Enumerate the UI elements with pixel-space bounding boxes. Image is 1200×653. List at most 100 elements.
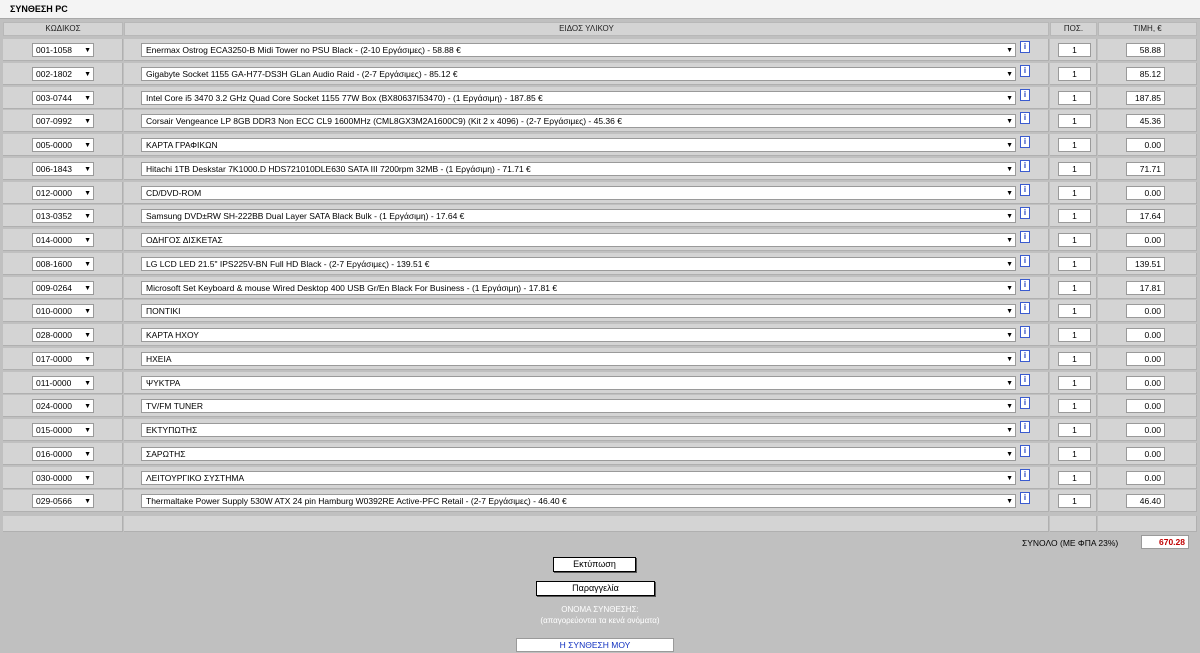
chevron-down-icon: ▼ [1006, 261, 1013, 268]
code-select[interactable]: 007-0992 ▼ [32, 114, 94, 128]
quantity-field[interactable]: 1 [1058, 447, 1091, 461]
quantity-field[interactable]: 1 [1058, 257, 1091, 271]
code-select[interactable]: 029-0566 ▼ [32, 494, 94, 508]
code-select[interactable]: 012-0000 ▼ [32, 186, 94, 200]
code-value: 012-0000 [36, 188, 72, 198]
quantity-field[interactable]: 1 [1058, 138, 1091, 152]
item-select[interactable]: ΚΑΡΤΑ ΗΧΟΥ ▼ [141, 328, 1016, 342]
chevron-down-icon: ▼ [84, 380, 91, 387]
table-row: 009-0264 ▼ Microsoft Set Keyboard & mouse … [0, 277, 1200, 300]
build-name-input[interactable]: Η ΣΥΝΘΕΣΗ ΜΟΥ [516, 638, 674, 652]
quantity-field[interactable]: 1 [1058, 352, 1091, 366]
code-value: 029-0566 [36, 496, 72, 506]
code-value: 016-0000 [36, 449, 72, 459]
quantity-field[interactable]: 1 [1058, 494, 1091, 508]
item-select[interactable]: ΠΟΝΤΙΚΙ ▼ [141, 304, 1016, 318]
item-select[interactable]: ΨΥΚΤΡΑ ▼ [141, 376, 1016, 390]
price-field: 0.00 [1126, 471, 1165, 485]
item-select[interactable]: ΚΑΡΤΑ ΓΡΑΦΙΚΩΝ ▼ [141, 138, 1016, 152]
code-select[interactable]: 028-0000 ▼ [32, 328, 94, 342]
price-field: 45.36 [1126, 114, 1165, 128]
info-icon[interactable]: i [1020, 207, 1030, 219]
info-icon[interactable]: i [1020, 231, 1030, 243]
quantity-field[interactable]: 1 [1058, 209, 1091, 223]
table-row: 015-0000 ▼ ΕΚΤΥΠΩΤΗΣ ▼ i 1 0.00 [0, 419, 1200, 442]
info-icon[interactable]: i [1020, 469, 1030, 481]
code-select[interactable]: 017-0000 ▼ [32, 352, 94, 366]
quantity-field[interactable]: 1 [1058, 281, 1091, 295]
item-select[interactable]: Gigabyte Socket 1155 GA-H77-DS3H GLan Au… [141, 67, 1016, 81]
item-select[interactable]: Enermax Ostrog ECA3250-B Midi Tower no P… [141, 43, 1016, 57]
item-select[interactable]: ΕΚΤΥΠΩΤΗΣ ▼ [141, 423, 1016, 437]
print-button[interactable]: Εκτύπωση [553, 557, 636, 572]
info-icon[interactable]: i [1020, 279, 1030, 291]
code-select[interactable]: 002-1802 ▼ [32, 67, 94, 81]
code-select[interactable]: 008-1600 ▼ [32, 257, 94, 271]
code-select[interactable]: 006-1843 ▼ [32, 162, 94, 176]
order-button[interactable]: Παραγγελία [536, 581, 655, 596]
info-icon[interactable]: i [1020, 112, 1030, 124]
code-select[interactable]: 005-0000 ▼ [32, 138, 94, 152]
quantity-field[interactable]: 1 [1058, 304, 1091, 318]
quantity-field[interactable]: 1 [1058, 186, 1091, 200]
item-select[interactable]: Microsoft Set Keyboard & mouse Wired Des… [141, 281, 1016, 295]
item-select[interactable]: ΣΑΡΩΤΗΣ ▼ [141, 447, 1016, 461]
code-select[interactable]: 015-0000 ▼ [32, 423, 94, 437]
quantity-field[interactable]: 1 [1058, 114, 1091, 128]
code-select[interactable]: 016-0000 ▼ [32, 447, 94, 461]
item-select[interactable]: TV/FM TUNER ▼ [141, 399, 1016, 413]
item-select[interactable]: Hitachi 1TB Deskstar 7K1000.D HDS721010D… [141, 162, 1016, 176]
quantity-field[interactable]: 1 [1058, 399, 1091, 413]
info-icon[interactable]: i [1020, 397, 1030, 409]
quantity-field[interactable]: 1 [1058, 91, 1091, 105]
item-value: ΟΔΗΓΟΣ ΔΙΣΚΕΤΑΣ [146, 235, 223, 245]
table-row: 005-0000 ▼ ΚΑΡΤΑ ΓΡΑΦΙΚΩΝ ▼ i 1 0.00 [0, 134, 1200, 157]
item-select[interactable]: Thermaltake Power Supply 530W ATX 24 pin… [141, 494, 1016, 508]
item-select[interactable]: CD/DVD-ROM ▼ [141, 186, 1016, 200]
item-value: Gigabyte Socket 1155 GA-H77-DS3H GLan Au… [146, 69, 458, 79]
code-select[interactable]: 030-0000 ▼ [32, 471, 94, 485]
info-icon[interactable]: i [1020, 302, 1030, 314]
info-icon[interactable]: i [1020, 374, 1030, 386]
code-select[interactable]: 010-0000 ▼ [32, 304, 94, 318]
quantity-field[interactable]: 1 [1058, 376, 1091, 390]
chevron-down-icon: ▼ [1006, 451, 1013, 458]
info-icon[interactable]: i [1020, 421, 1030, 433]
item-value: Microsoft Set Keyboard & mouse Wired Des… [146, 283, 558, 293]
item-select[interactable]: ΗΧΕΙΑ ▼ [141, 352, 1016, 366]
info-icon[interactable]: i [1020, 326, 1030, 338]
code-select[interactable]: 001-1058 ▼ [32, 43, 94, 57]
code-select[interactable]: 013-0352 ▼ [32, 209, 94, 223]
code-select[interactable]: 003-0744 ▼ [32, 91, 94, 105]
code-select[interactable]: 024-0000 ▼ [32, 399, 94, 413]
quantity-field[interactable]: 1 [1058, 162, 1091, 176]
quantity-field[interactable]: 1 [1058, 233, 1091, 247]
code-select[interactable]: 011-0000 ▼ [32, 376, 94, 390]
chevron-down-icon: ▼ [1006, 308, 1013, 315]
code-select[interactable]: 009-0264 ▼ [32, 281, 94, 295]
quantity-field[interactable]: 1 [1058, 43, 1091, 57]
item-select[interactable]: Samsung DVD±RW SH-222BB Dual Layer SATA … [141, 209, 1016, 223]
column-header-price-label: ΤΙΜΗ, € [1133, 24, 1162, 33]
item-select[interactable]: ΟΔΗΓΟΣ ΔΙΣΚΕΤΑΣ ▼ [141, 233, 1016, 247]
quantity-field[interactable]: 1 [1058, 423, 1091, 437]
info-icon[interactable]: i [1020, 350, 1030, 362]
quantity-field[interactable]: 1 [1058, 471, 1091, 485]
item-select[interactable]: ΛΕΙΤΟΥΡΓΙΚΟ ΣΥΣΤΗΜΑ ▼ [141, 471, 1016, 485]
info-icon[interactable]: i [1020, 41, 1030, 53]
item-select[interactable]: LG LCD LED 21.5" IPS225V-BN Full HD Blac… [141, 257, 1016, 271]
item-select[interactable]: Corsair Vengeance LP 8GB DDR3 Non ECC CL… [141, 114, 1016, 128]
item-select[interactable]: Intel Core i5 3470 3.2 GHz Quad Core Soc… [141, 91, 1016, 105]
info-icon[interactable]: i [1020, 136, 1030, 148]
info-icon[interactable]: i [1020, 184, 1030, 196]
info-icon[interactable]: i [1020, 65, 1030, 77]
info-icon[interactable]: i [1020, 255, 1030, 267]
info-icon[interactable]: i [1020, 160, 1030, 172]
code-select[interactable]: 014-0000 ▼ [32, 233, 94, 247]
quantity-field[interactable]: 1 [1058, 67, 1091, 81]
build-name-note: (απαγορεύονται τα κενά ονόματα) [540, 616, 660, 625]
quantity-field[interactable]: 1 [1058, 328, 1091, 342]
info-icon[interactable]: i [1020, 89, 1030, 101]
info-icon[interactable]: i [1020, 445, 1030, 457]
info-icon[interactable]: i [1020, 492, 1030, 504]
